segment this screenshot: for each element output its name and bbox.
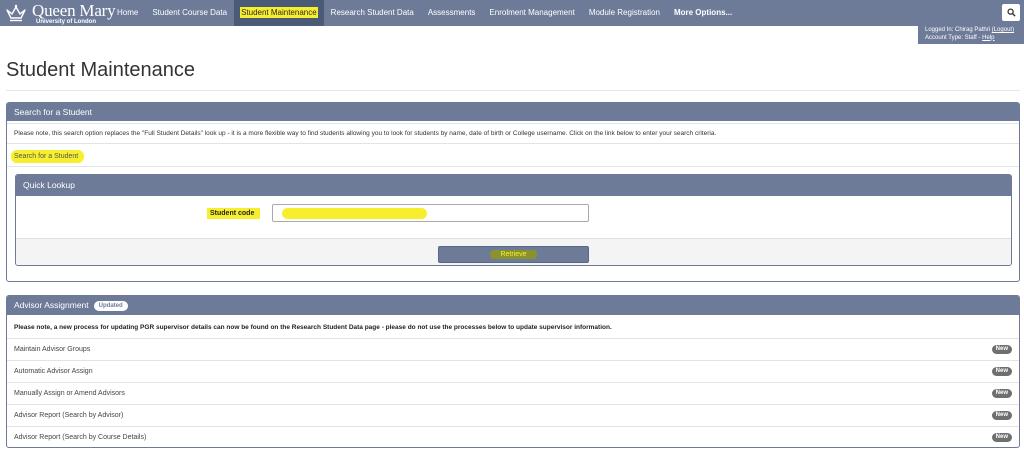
nav-student-course-data[interactable]: Student Course Data <box>145 0 234 26</box>
logo[interactable]: Queen Mary University of London <box>5 1 116 25</box>
new-badge: New <box>991 411 1012 420</box>
advisor-row-label: Maintain Advisor Groups <box>14 346 91 353</box>
new-badge: New <box>991 345 1012 354</box>
nav-research-student-data[interactable]: Research Student Data <box>324 0 421 26</box>
advisor-row-label: Advisor Report (Search by Course Details… <box>14 434 147 441</box>
advisor-row-manual-assign[interactable]: Manually Assign or Amend Advisors New <box>7 382 1019 404</box>
advisor-notice: Please note, a new process for updating … <box>14 324 612 331</box>
nav-module-registration[interactable]: Module Registration <box>582 0 667 26</box>
divider <box>7 166 1019 167</box>
new-badge: New <box>991 389 1012 398</box>
search-button[interactable] <box>1002 4 1020 21</box>
advisor-row-label: Manually Assign or Amend Advisors <box>14 390 125 397</box>
top-navbar: Queen Mary University of London Home Stu… <box>0 0 1024 26</box>
nav-assessments[interactable]: Assessments <box>421 0 483 26</box>
student-code-input[interactable] <box>272 204 589 222</box>
nav-student-maintenance[interactable]: Student Maintenance <box>234 0 324 26</box>
quick-lookup-heading: Quick Lookup <box>16 175 1011 196</box>
advisor-row-report-by-course[interactable]: Advisor Report (Search by Course Details… <box>7 426 1019 447</box>
student-code-label: Student code <box>207 208 261 219</box>
search-for-student-link[interactable]: Search for a Student <box>11 150 85 163</box>
retrieve-button-label: Retrieve <box>490 250 537 259</box>
crown-icon <box>6 4 26 22</box>
quick-lookup-panel: Quick Lookup Student code Retrieve <box>15 174 1012 266</box>
nav-enrolment-management[interactable]: Enrolment Management <box>482 0 581 26</box>
advisor-row-label: Advisor Report (Search by Advisor) <box>14 412 124 419</box>
advisor-row-automatic-assign[interactable]: Automatic Advisor Assign New <box>7 360 1019 382</box>
page-title: Student Maintenance <box>6 59 196 81</box>
new-badge: New <box>991 367 1012 376</box>
logout-link[interactable]: (Logout) <box>992 27 1014 33</box>
quick-lookup-footer: Retrieve <box>16 238 1011 265</box>
logo-name: Queen Mary <box>32 1 116 20</box>
nav-more-options[interactable]: More Options... <box>667 0 739 26</box>
advisor-row-report-by-advisor[interactable]: Advisor Report (Search by Advisor) New <box>7 404 1019 426</box>
advisor-row-label: Automatic Advisor Assign <box>14 368 93 375</box>
nav-student-maintenance-label: Student Maintenance <box>240 7 318 18</box>
advisor-panel-heading: Advisor Assignment Updated <box>7 296 1019 315</box>
retrieve-button[interactable]: Retrieve <box>438 246 589 263</box>
divider <box>7 143 1019 144</box>
login-info: Logged In: Chirag Pathri (Logout) Accoun… <box>918 26 1024 44</box>
nav-home[interactable]: Home <box>110 0 145 26</box>
account-type-text: Account Type: Staff - <box>925 34 981 41</box>
search-notice: Please note, this search option replaces… <box>14 130 717 137</box>
new-badge: New <box>991 433 1012 442</box>
search-student-panel: Search for a Student Please note, this s… <box>6 102 1020 282</box>
help-link[interactable]: Help <box>982 35 994 41</box>
advisor-assignment-panel: Advisor Assignment Updated Please note, … <box>6 295 1020 448</box>
advisor-row-maintain-groups[interactable]: Maintain Advisor Groups New <box>7 338 1019 360</box>
updated-badge: Updated <box>93 300 128 311</box>
main-nav: Home Student Course Data Student Mainten… <box>110 0 739 26</box>
divider <box>7 123 1019 124</box>
title-divider <box>6 90 1020 91</box>
search-icon <box>1006 8 1016 17</box>
search-panel-heading: Search for a Student <box>7 103 1019 121</box>
advisor-heading-text: Advisor Assignment <box>14 300 89 310</box>
logged-in-text: Logged In: Chirag Pathri <box>925 27 991 33</box>
